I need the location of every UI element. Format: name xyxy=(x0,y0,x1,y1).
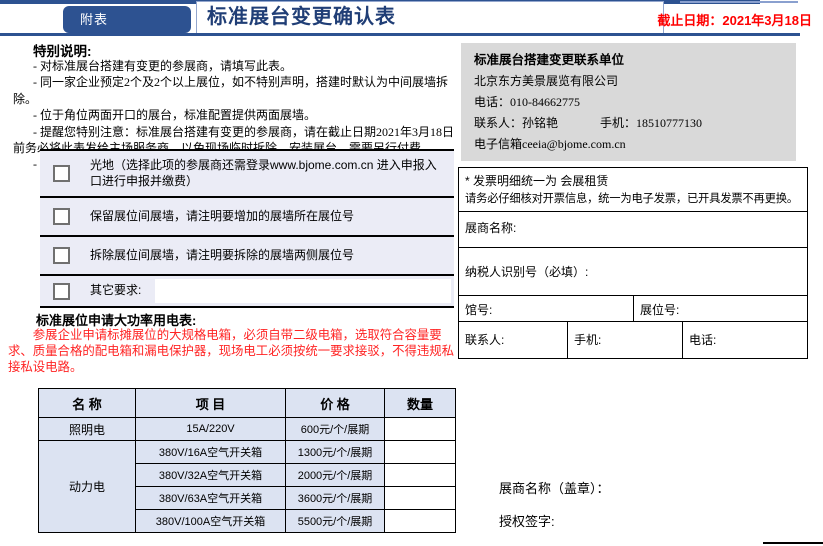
cell-price: 3600元/个/展期 xyxy=(286,487,385,510)
tax-id-row: 纳税人识别号（必填）: xyxy=(459,248,808,296)
booth-no-field[interactable]: 展位号: xyxy=(634,296,808,322)
hall-no-field[interactable]: 馆号: xyxy=(459,296,634,322)
option-row-keep-wall: 保留展位间展墙，请注明要增加的展墙所在展位号 xyxy=(40,198,454,237)
change-options-section: 光地（选择此项的参展商还需登录www.bjome.com.cn 进入申报入口进行… xyxy=(40,149,454,308)
col-header-item: 项 目 xyxy=(136,389,286,418)
special-notes-heading: 特别说明: xyxy=(33,40,92,60)
top-accent-bar-light xyxy=(680,1,798,3)
exhibitor-name-field[interactable]: 展商名称: xyxy=(459,212,808,248)
option-row-raw-space: 光地（选择此项的参展商还需登录www.bjome.com.cn 进入申报入口进行… xyxy=(40,151,454,198)
note-item: - 对标准展台搭建有变更的参展商，请填写此表。 xyxy=(13,58,465,74)
hall-booth-row: 馆号: 展位号: xyxy=(459,296,808,322)
power-warning-text: 参展企业申请标摊展位的大规格电箱，必须自带二级电箱，选取符合容量要求、质量合格的… xyxy=(8,327,456,375)
signature-label: 授权签字: xyxy=(499,511,555,530)
phone-field[interactable]: 电话: xyxy=(683,322,808,359)
col-header-price: 价 格 xyxy=(286,389,385,418)
contact-email: 电子信箱ceeia@bjome.com.cn xyxy=(474,137,783,151)
note-item: - 位于角位两面开口的展台，标准配置提供两面展墙。 xyxy=(13,107,465,123)
option-label: 其它要求: xyxy=(90,283,147,299)
stamp-label: 展商名称（盖章）： xyxy=(499,478,610,497)
note-item: - 同一家企业预定2个及2个以上展位，如不特别声明，搭建时默认为中间展墙拆除。 xyxy=(13,74,465,107)
cell-item: 380V/63A空气开关箱 xyxy=(136,487,286,510)
checkbox-remove-wall[interactable] xyxy=(53,247,70,264)
checkbox-keep-wall[interactable] xyxy=(53,208,70,225)
contact-unit-box: 标准展台搭建变更联系单位 北京东方美景展览有限公司 电话：010-8466277… xyxy=(461,43,796,161)
contact-company: 北京东方美景展览有限公司 xyxy=(474,74,783,88)
booth-change-form: 附表 标准展台变更确认表 截止日期：2021年3月18日 特别说明: - 对标准… xyxy=(0,0,823,546)
option-row-remove-wall: 拆除展位间展墙，请注明要拆除的展墙两侧展位号 xyxy=(40,237,454,276)
table-row: 动力电 380V/16A空气开关箱 1300元/个/展期 xyxy=(39,441,456,464)
invoice-note-row: * 发票明细统一为 会展租赁 请务必仔细核对开票信息，统一为电子发票，已开具发票… xyxy=(459,168,808,212)
invoice-note-line2: 请务必仔细核对开票信息，统一为电子发票，已开具发票不再更换。 xyxy=(465,190,801,208)
checkbox-raw-space[interactable] xyxy=(53,165,70,182)
appendix-tag: 附表 xyxy=(63,6,191,33)
qty-input-cell[interactable] xyxy=(385,441,456,464)
qty-input-cell[interactable] xyxy=(385,510,456,533)
option-label: 光地（选择此项的参展商还需登录www.bjome.com.cn 进入申报入口进行… xyxy=(90,158,454,189)
contact-person-line: 联系人：孙铭艳 手机：18510777130 xyxy=(474,116,783,130)
cell-price: 2000元/个/展期 xyxy=(286,464,385,487)
option-row-other: 其它要求: xyxy=(40,276,454,308)
cell-item: 380V/16A空气开关箱 xyxy=(136,441,286,464)
cell-item: 15A/220V xyxy=(136,418,286,441)
table-row: 照明电 15A/220V 600元/个/展期 xyxy=(39,418,456,441)
header-divider xyxy=(0,33,800,36)
qty-input-cell[interactable] xyxy=(385,464,456,487)
cell-price: 5500元/个/展期 xyxy=(286,510,385,533)
cell-item: 380V/32A空气开关箱 xyxy=(136,464,286,487)
bottom-corner-line xyxy=(763,542,823,544)
contact-box-heading: 标准展台搭建变更联系单位 xyxy=(474,53,783,67)
title-box: 标准展台变更确认表 xyxy=(196,1,664,34)
option-label: 保留展位间展墙，请注明要增加的展墙所在展位号 xyxy=(90,209,360,225)
tax-id-field[interactable]: 纳税人识别号（必填）: xyxy=(459,248,808,296)
cell-price: 1300元/个/展期 xyxy=(286,441,385,464)
cell-price: 600元/个/展期 xyxy=(286,418,385,441)
cell-name: 照明电 xyxy=(39,418,136,441)
exhibitor-name-row: 展商名称: xyxy=(459,212,808,248)
col-header-name: 名 称 xyxy=(39,389,136,418)
deadline-text: 截止日期：2021年3月18日 xyxy=(636,10,812,29)
mobile-field[interactable]: 手机: xyxy=(568,322,683,359)
contact-mobile: 手机：18510777130 xyxy=(600,116,702,130)
qty-input-cell[interactable] xyxy=(385,487,456,510)
cell-name: 动力电 xyxy=(39,441,136,533)
col-header-qty: 数量 xyxy=(385,389,456,418)
checkbox-other[interactable] xyxy=(53,283,70,300)
power-price-table: 名 称 项 目 价 格 数量 照明电 15A/220V 600元/个/展期 动力… xyxy=(38,388,456,533)
invoice-note-line1: * 发票明细统一为 会展租赁 xyxy=(465,172,801,190)
cell-item: 380V/100A空气开关箱 xyxy=(136,510,286,533)
option-label: 拆除展位间展墙，请注明要拆除的展墙两侧展位号 xyxy=(90,248,360,264)
page-title: 标准展台变更确认表 xyxy=(197,2,663,33)
contact-fields-row: 联系人: 手机: 电话: xyxy=(459,322,808,359)
invoice-note-cell: * 发票明细统一为 会展租赁 请务必仔细核对开票信息，统一为电子发票，已开具发票… xyxy=(459,168,808,212)
contact-name-field[interactable]: 联系人: xyxy=(459,322,568,359)
power-table-header-row: 名 称 项 目 价 格 数量 xyxy=(39,389,456,418)
contact-phone: 电话：010-84662775 xyxy=(474,95,783,109)
contact-person: 联系人：孙铭艳 xyxy=(474,116,558,130)
other-request-input[interactable] xyxy=(155,279,451,303)
qty-input-cell[interactable] xyxy=(385,418,456,441)
invoice-info-table: * 发票明细统一为 会展租赁 请务必仔细核对开票信息，统一为电子发票，已开具发票… xyxy=(458,167,808,359)
